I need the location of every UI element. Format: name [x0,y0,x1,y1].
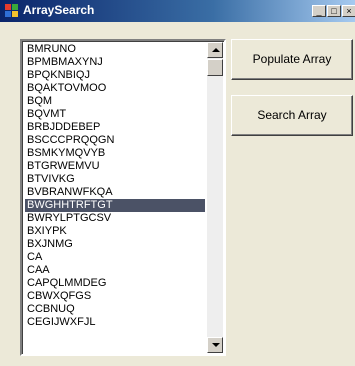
list-item[interactable]: BXIYPK [25,225,205,238]
list-item[interactable]: CCBNUQ [25,303,205,316]
list-items: BMRUNO BPMBMAXYNJ BPQKNBIQJ BQAKTOVMOO BQM BQ… [25,43,205,354]
app-window: ArraySearch _ □ × BMRUNO BPMBMAXYNJ BPQKNB… [0,0,355,366]
scroll-down-icon[interactable] [207,337,223,353]
close-icon[interactable]: × [342,5,355,17]
list-item[interactable]: CBWXQFGS [25,290,205,303]
search-array-button[interactable]: Search Array [231,95,353,136]
title-bar[interactable]: ArraySearch _ □ × [0,0,355,22]
app-icon [5,4,19,18]
list-item[interactable]: CAA [25,264,205,277]
list-item[interactable]: BQM [25,95,205,108]
minimize-icon[interactable]: _ [312,5,326,17]
list-item[interactable]: BVBRANWFKQA [25,186,205,199]
list-item[interactable]: CEGIJWXFJL [25,316,205,329]
list-item[interactable]: BWRYLPTGCSV [25,212,205,225]
populate-array-button[interactable]: Populate Array [231,39,353,80]
maximize-icon[interactable]: □ [327,5,341,17]
list-item[interactable]: BSCCCPRQQGN [25,134,205,147]
array-listbox[interactable]: BMRUNO BPMBMAXYNJ BPQKNBIQJ BQAKTOVMOO BQM BQ… [20,39,226,356]
list-item[interactable]: BTGRWEMVU [25,160,205,173]
scroll-up-icon[interactable] [207,42,223,58]
list-item[interactable]: BPQKNBIQJ [25,69,205,82]
list-item[interactable]: BQAKTOVMOO [25,82,205,95]
list-item[interactable]: BQVMT [25,108,205,121]
list-item[interactable]: CAPQLMMDEG [25,277,205,290]
list-item[interactable]: BXJNMG [25,238,205,251]
list-item[interactable]: BTVIVKG [25,173,205,186]
list-item[interactable]: BSMKYMQVYB [25,147,205,160]
window-title: ArraySearch [23,3,95,17]
list-item[interactable]: BMRUNO [25,43,205,56]
list-item[interactable]: BPMBMAXYNJ [25,56,205,69]
scroll-thumb[interactable] [207,59,223,76]
list-item[interactable]: CA [25,251,205,264]
list-item[interactable]: BWGHHTRFTGT [25,199,205,212]
vertical-scrollbar[interactable] [207,42,223,353]
list-item[interactable]: BRBJDDEBEP [25,121,205,134]
